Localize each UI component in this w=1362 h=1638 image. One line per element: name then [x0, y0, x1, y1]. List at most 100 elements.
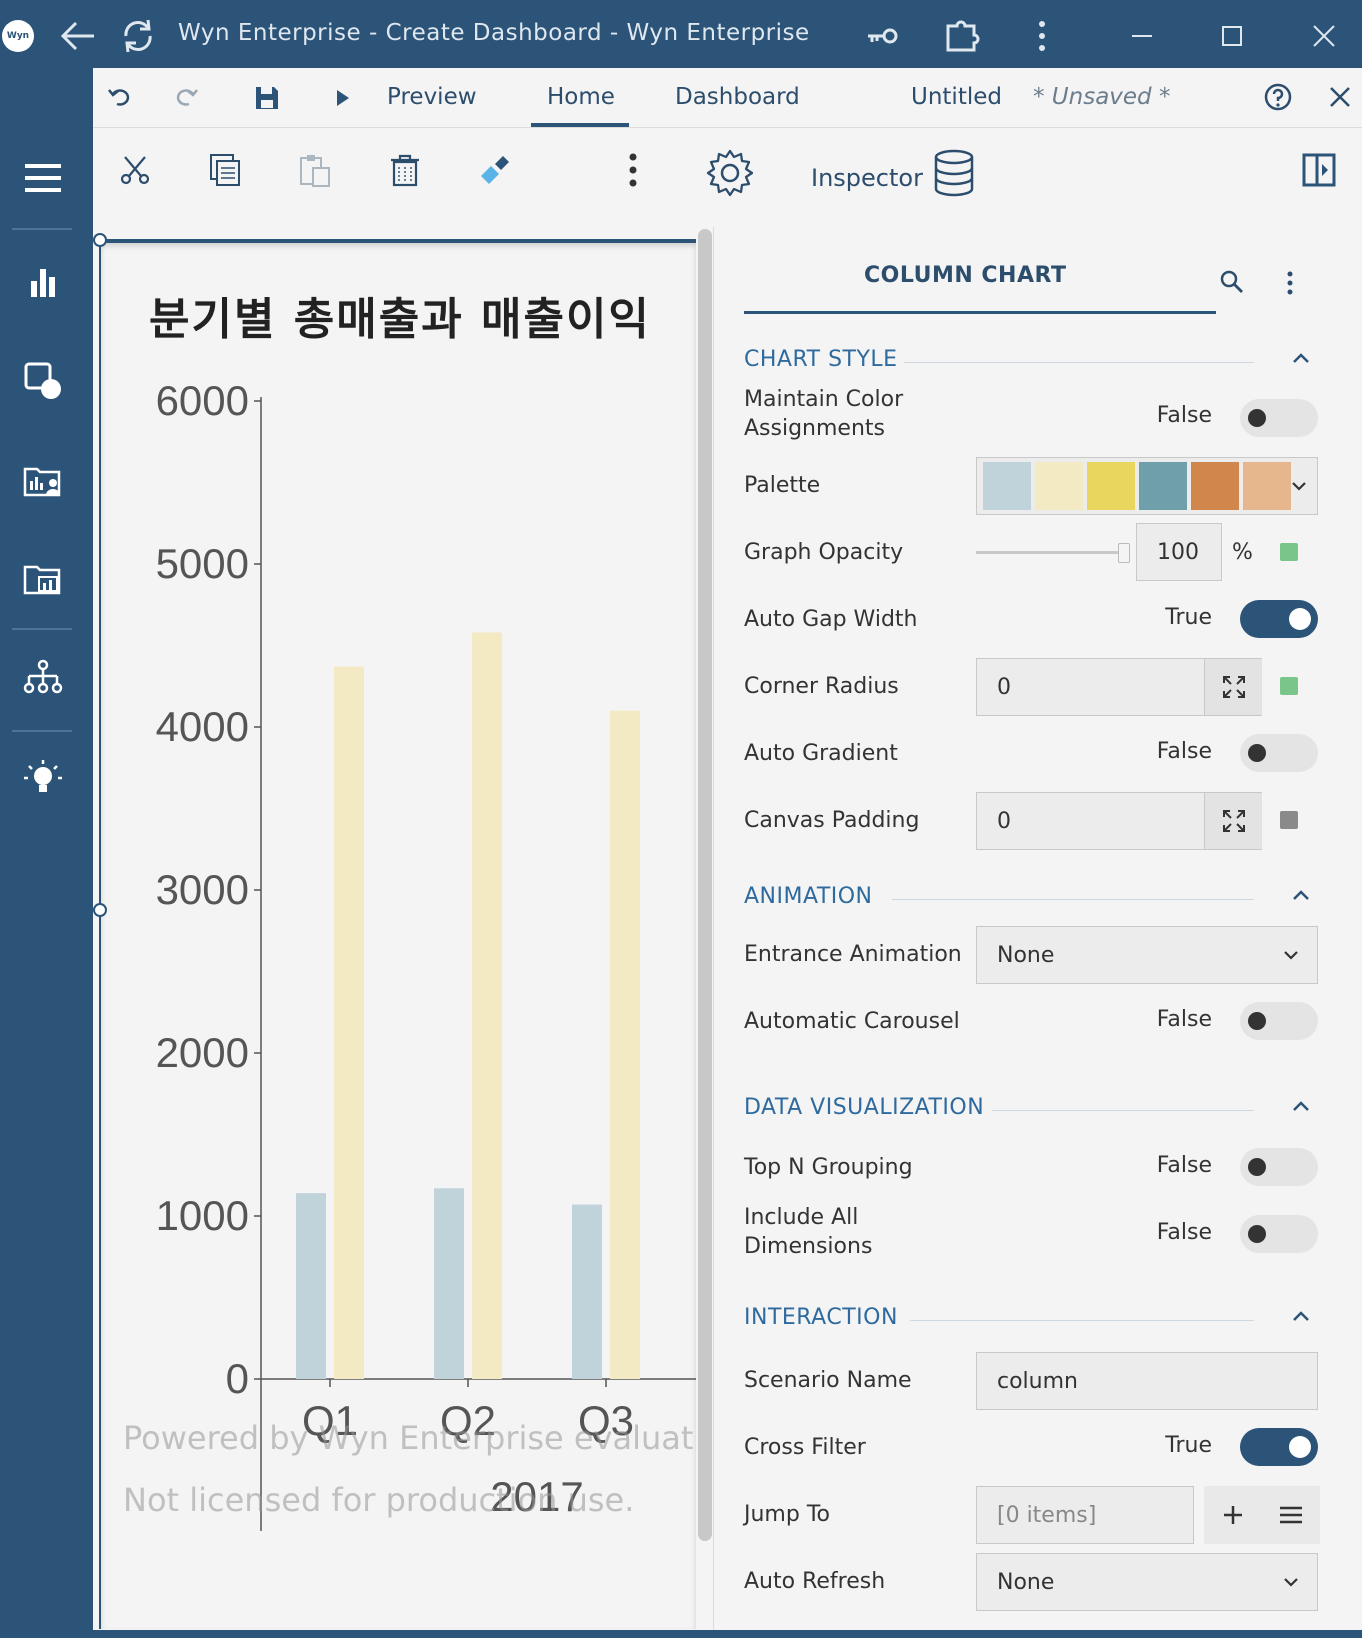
report-folder-icon[interactable] — [18, 554, 68, 604]
y-tick-label: 1000 — [156, 1192, 249, 1239]
maximize-icon[interactable] — [1212, 16, 1252, 56]
resize-handle-left[interactable] — [93, 903, 107, 917]
y-tick-label: 6000 — [156, 377, 249, 424]
section-interaction[interactable]: INTERACTION — [744, 1305, 898, 1330]
cut-icon[interactable] — [113, 148, 157, 192]
panel-more-icon[interactable] — [1282, 269, 1298, 301]
bar-q1-series-1 — [296, 1193, 326, 1379]
corner-radius-indicator — [1280, 677, 1298, 695]
auto-gap-value: True — [1165, 605, 1212, 630]
section-chart-style[interactable]: CHART STYLE — [744, 347, 898, 372]
back-arrow-icon[interactable] — [58, 16, 98, 56]
vertical-scrollbar[interactable] — [698, 229, 712, 1541]
lightbulb-icon[interactable] — [18, 753, 68, 803]
search-icon[interactable] — [1219, 269, 1245, 299]
section-data-visualization[interactable]: DATA VISUALIZATION — [744, 1095, 984, 1120]
slider-thumb[interactable] — [1118, 543, 1130, 563]
bar-q2-series-2 — [472, 632, 502, 1379]
expand-icon[interactable] — [1204, 793, 1262, 849]
y-tick-label: 2000 — [156, 1029, 249, 1076]
preview-play-icon[interactable] — [333, 88, 353, 112]
y-tick-label: 5000 — [156, 540, 249, 587]
add-jump-icon[interactable] — [1204, 1486, 1262, 1544]
redo-icon[interactable] — [171, 82, 201, 116]
maintain-color-toggle[interactable] — [1240, 399, 1318, 437]
chevron-up-icon[interactable] — [1289, 347, 1313, 371]
menu-bar: Preview Home Dashboard Untitled * Unsave… — [93, 68, 1362, 128]
more-options-icon[interactable] — [611, 148, 655, 192]
canvas-padding-label: Canvas Padding — [744, 808, 920, 833]
chevron-down-icon — [1281, 945, 1301, 971]
jump-to-input[interactable]: [0 items] — [976, 1486, 1194, 1544]
graph-opacity-input[interactable]: 100 — [1136, 523, 1222, 581]
maintain-color-value: False — [1156, 403, 1212, 428]
graph-opacity-label: Graph Opacity — [744, 540, 904, 565]
left-sidebar — [0, 68, 93, 1638]
minimize-icon[interactable] — [1122, 16, 1162, 56]
inspector-tab[interactable]: Inspector — [811, 164, 923, 192]
document-name[interactable]: Untitled — [911, 84, 1002, 110]
cross-filter-toggle[interactable] — [1240, 1428, 1318, 1466]
help-icon[interactable] — [1263, 82, 1293, 116]
kebab-menu-icon[interactable] — [1022, 16, 1062, 56]
palette-swatch — [1087, 462, 1135, 510]
save-icon[interactable] — [253, 84, 281, 116]
include-all-toggle[interactable] — [1240, 1215, 1318, 1253]
top-n-value: False — [1156, 1153, 1212, 1178]
scenario-name-label: Scenario Name — [744, 1368, 912, 1393]
column-chart-widget[interactable]: 분기별 총매출과 매출이익 0 1000 2000 3000 4000 5000 6000 Q… — [99, 239, 696, 1629]
dashboard-user-folder-icon[interactable] — [18, 456, 68, 506]
section-animation[interactable]: ANIMATION — [744, 884, 873, 909]
watermark-line-1: Powered by Wyn Enterprise evaluation edi… — [123, 1419, 696, 1457]
jump-to-label: Jump To — [744, 1502, 830, 1527]
panel-title: COLUMN CHART — [864, 263, 1067, 288]
auto-refresh-select[interactable]: None — [976, 1553, 1318, 1611]
expand-icon[interactable] — [1204, 659, 1262, 715]
automatic-carousel-toggle[interactable] — [1240, 1002, 1318, 1040]
refresh-icon[interactable] — [118, 16, 158, 56]
y-tick-label: 4000 — [156, 703, 249, 750]
window-titlebar: Wyn Wyn Enterprise - Create Dashboard - … — [0, 0, 1362, 68]
delete-trash-icon[interactable] — [383, 148, 427, 192]
entrance-animation-value: None — [997, 942, 1055, 968]
undo-icon[interactable] — [105, 82, 135, 116]
toggle-panel-icon[interactable] — [1297, 148, 1341, 192]
auto-gap-toggle[interactable] — [1240, 600, 1318, 638]
bar-q2-series-1 — [434, 1188, 464, 1379]
close-window-icon[interactable] — [1304, 16, 1344, 56]
y-tick-label: 3000 — [156, 866, 249, 913]
hierarchy-tree-icon[interactable] — [18, 653, 68, 703]
inspector-gear-icon[interactable] — [705, 148, 755, 198]
resize-handle-top-left[interactable] — [93, 233, 107, 247]
extension-puzzle-icon[interactable] — [942, 16, 982, 56]
chart-widget-icon[interactable] — [18, 256, 68, 306]
format-painter-icon[interactable] — [473, 148, 517, 192]
opacity-indicator — [1280, 543, 1298, 561]
automatic-carousel-label: Automatic Carousel — [744, 1009, 960, 1034]
designer-app: Preview Home Dashboard Untitled * Unsave… — [93, 68, 1362, 1630]
graph-opacity-slider[interactable] — [976, 543, 1130, 563]
paste-icon[interactable] — [293, 148, 337, 192]
palette-select[interactable] — [976, 457, 1318, 515]
palette-swatches — [983, 462, 1291, 510]
chevron-up-icon[interactable] — [1289, 884, 1313, 908]
close-designer-icon[interactable] — [1325, 82, 1355, 116]
shape-widget-icon[interactable] — [18, 356, 68, 406]
list-menu-icon[interactable] — [1262, 1486, 1320, 1544]
top-n-toggle[interactable] — [1240, 1148, 1318, 1186]
window-title: Wyn Enterprise - Create Dashboard - Wyn … — [178, 20, 810, 46]
hamburger-menu-icon[interactable] — [18, 153, 68, 203]
chevron-up-icon[interactable] — [1289, 1095, 1313, 1119]
tab-home[interactable]: Home — [547, 84, 615, 110]
auto-gradient-toggle[interactable] — [1240, 734, 1318, 772]
dashboard-canvas[interactable]: 분기별 총매출과 매출이익 0 1000 2000 3000 4000 5000 6000 Q… — [93, 227, 713, 1630]
database-icon[interactable] — [929, 148, 979, 198]
corner-radius-label: Corner Radius — [744, 674, 899, 699]
scenario-name-input[interactable]: column — [976, 1352, 1318, 1410]
tab-dashboard[interactable]: Dashboard — [675, 84, 800, 110]
entrance-animation-select[interactable]: None — [976, 926, 1318, 984]
key-icon[interactable] — [862, 16, 902, 56]
chevron-up-icon[interactable] — [1289, 1305, 1313, 1329]
preview-button[interactable]: Preview — [387, 84, 477, 110]
copy-icon[interactable] — [203, 148, 247, 192]
